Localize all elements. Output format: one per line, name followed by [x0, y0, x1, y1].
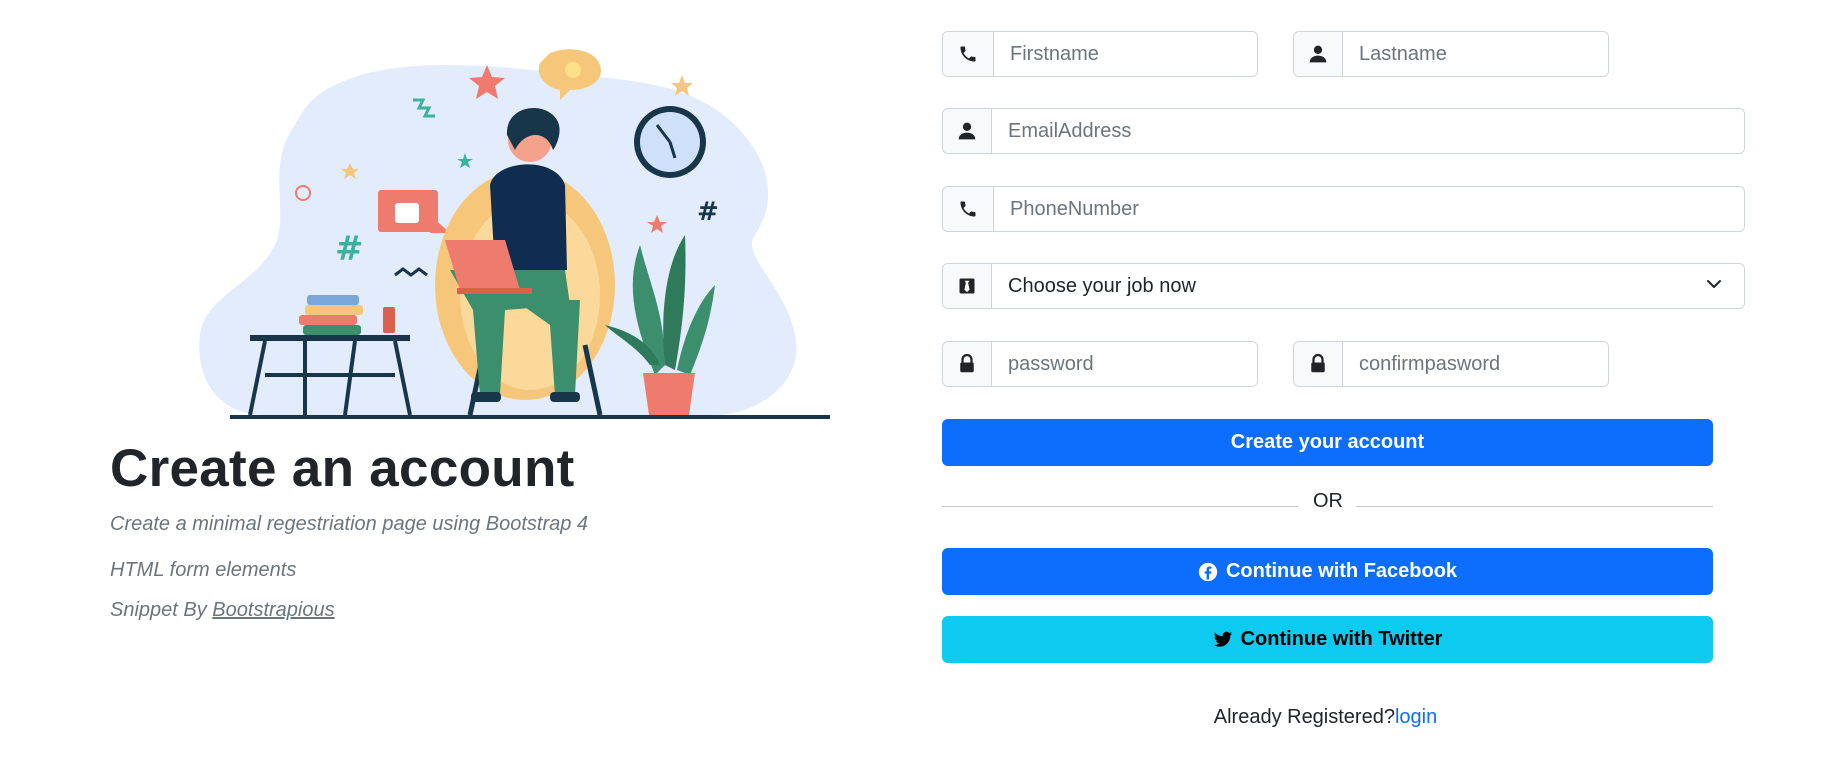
page-subtitle: Create a minimal regestriation page usin… — [110, 513, 589, 535]
login-link[interactable]: login — [1395, 706, 1437, 728]
continue-twitter-button[interactable]: Continue with Twitter — [942, 616, 1713, 663]
bootstrapious-link[interactable]: Bootstrapious — [212, 599, 334, 621]
page-note: HTML form elements — [110, 559, 297, 581]
lock-icon — [943, 342, 992, 386]
job-select[interactable]: Choose your job now — [992, 264, 1744, 308]
svg-text:#: # — [697, 197, 719, 227]
svg-text:#: # — [335, 229, 364, 269]
or-label: OR — [1313, 490, 1343, 512]
registration-form: Choose your job now Create your account … — [942, 0, 1752, 781]
user-icon — [943, 109, 992, 153]
firstname-group — [942, 31, 1258, 77]
facebook-icon — [1198, 562, 1218, 582]
password-input[interactable] — [992, 342, 1257, 386]
email-group — [942, 108, 1745, 154]
continue-facebook-button[interactable]: Continue with Facebook — [942, 548, 1713, 595]
divider-left — [942, 506, 1298, 507]
already-registered-text: Already Registered? — [1213, 706, 1395, 728]
facebook-button-label: Continue with Facebook — [1225, 560, 1458, 582]
illustration-image: # # — [199, 49, 830, 419]
page-title: Create an account — [110, 439, 575, 498]
lastname-input[interactable] — [1343, 32, 1608, 76]
job-group: Choose your job now — [942, 263, 1745, 309]
confirm-password-group — [1293, 341, 1609, 387]
firstname-input[interactable] — [994, 32, 1257, 76]
user-icon — [1294, 32, 1343, 76]
phone-input[interactable] — [994, 187, 1744, 231]
divider-right — [1356, 506, 1713, 507]
confirm-password-input[interactable] — [1343, 342, 1608, 386]
password-group — [942, 341, 1258, 387]
snippet-prefix: Snippet By — [110, 599, 213, 621]
login-prompt: Already Registered?login — [942, 706, 1709, 729]
phone-icon — [943, 187, 994, 231]
twitter-icon — [1213, 631, 1233, 649]
create-account-button[interactable]: Create your account — [942, 419, 1713, 466]
email-input[interactable] — [992, 109, 1744, 153]
black-tie-icon — [943, 264, 992, 308]
twitter-button-label: Continue with Twitter — [1240, 628, 1443, 650]
phone-icon — [943, 32, 994, 76]
hero-section: # # Create an account Create a minimal r… — [0, 0, 900, 781]
phone-group — [942, 186, 1745, 232]
lastname-group — [1293, 31, 1609, 77]
chevron-down-icon — [1706, 275, 1722, 298]
job-select-value: Choose your job now — [1008, 274, 1196, 297]
snippet-credit: Snippet By Bootstrapious — [110, 599, 335, 622]
lock-icon — [1294, 342, 1343, 386]
